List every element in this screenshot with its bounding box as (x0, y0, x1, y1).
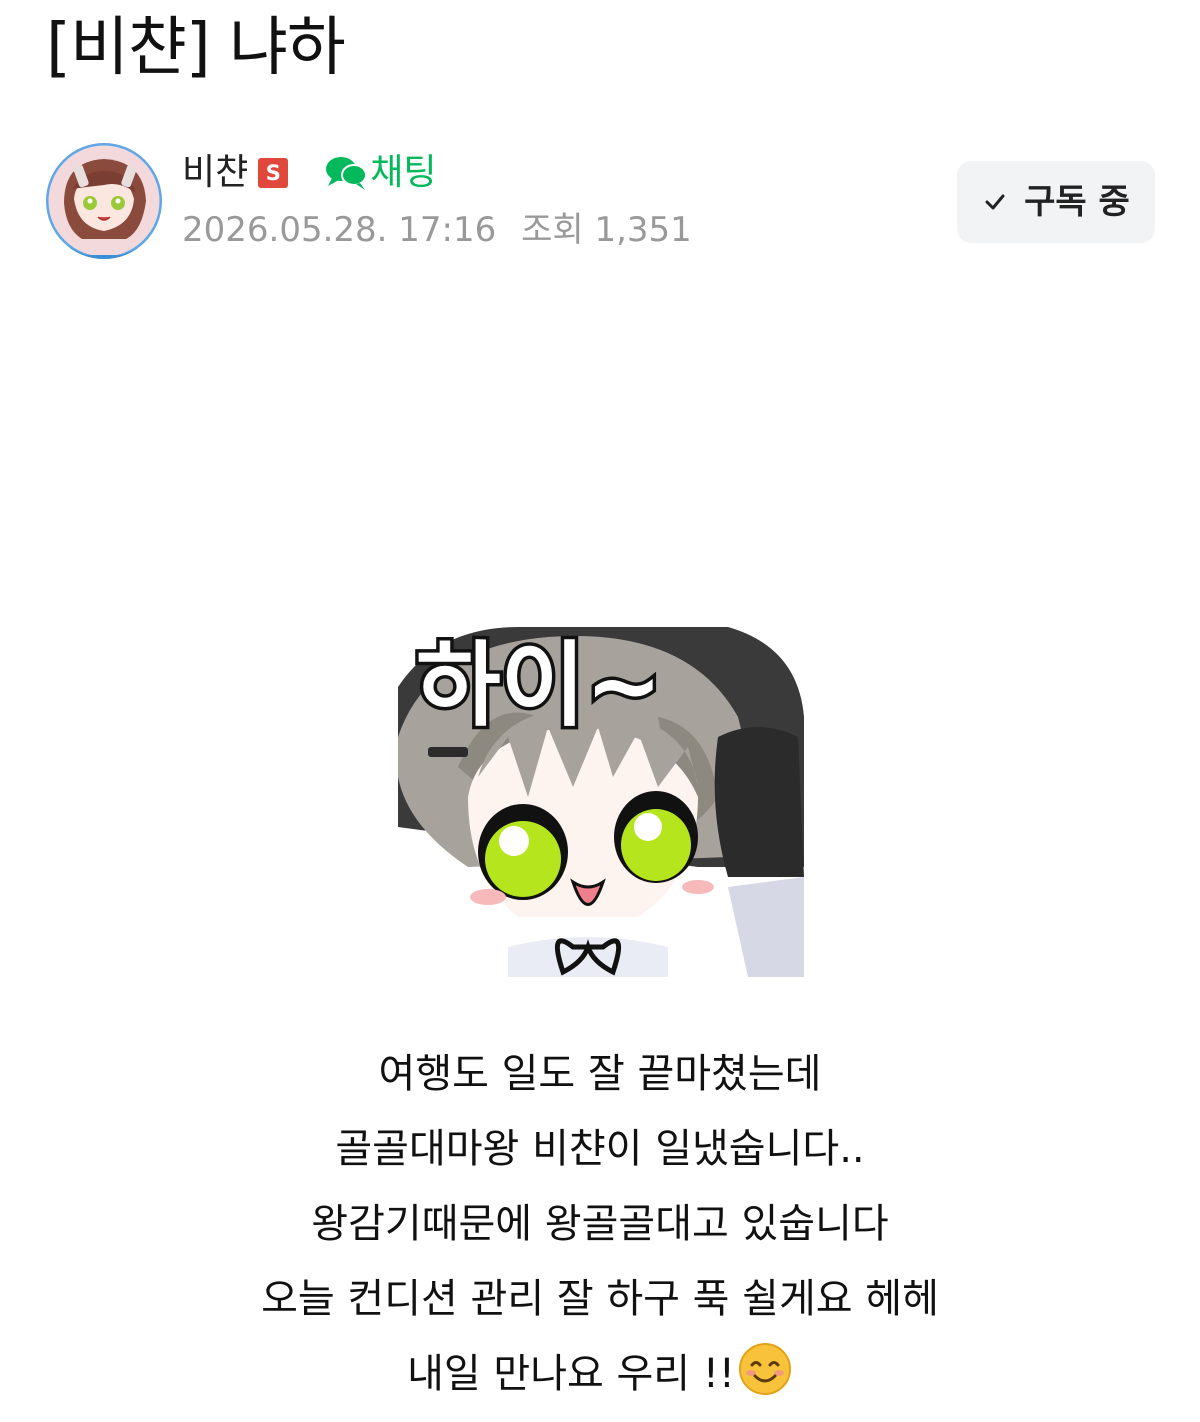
check-icon (985, 194, 1005, 210)
body-line: 오늘 컨디션 관리 잘 하구 푹 쉴게요 헤헤 (261, 1276, 939, 1322)
body-line: 골골대마왕 비챤이 일냈숩니다.. (335, 1126, 865, 1172)
chat-button[interactable]: 채팅 (324, 151, 437, 195)
hi-sticker-image: 하이~ (398, 627, 804, 977)
smiling-face-emoji (738, 1343, 791, 1395)
staff-badge: S (258, 158, 289, 188)
body-line-last: 내일 만나요 우리 !! (0, 1337, 1200, 1412)
author-name[interactable]: 비챤 (182, 151, 248, 195)
speech-bubbles-icon (326, 157, 368, 190)
body-line: 여행도 일도 잘 끝마쳤는데 (378, 1051, 822, 1097)
sticker-text: 하이~ (412, 629, 665, 743)
post-meta: 2026.05.28. 17:16 조회 1,351 (182, 208, 692, 252)
chat-label: 채팅 (370, 152, 437, 193)
body-line-text: 내일 만나요 우리 !! (407, 1351, 735, 1397)
subscribe-button[interactable]: 구독 중 (957, 161, 1155, 243)
subscribe-label: 구독 중 (1024, 182, 1130, 222)
post-date: 2026.05.28. 17:16 (182, 210, 497, 250)
avatar-illustration (46, 143, 162, 259)
author-row: 비챤 S 채팅 (182, 150, 437, 196)
author-avatar[interactable] (46, 143, 162, 259)
body-line: 왕감기때문에 왕골골대고 있숩니다 (311, 1201, 889, 1247)
post-title: [비챤] 냐하 (46, 11, 346, 85)
post-body: 여행도 일도 잘 끝마쳤는데 골골대마왕 비챤이 일냈숩니다.. 왕감기때문에 … (0, 1037, 1200, 1412)
view-count: 조회 1,351 (521, 210, 692, 250)
